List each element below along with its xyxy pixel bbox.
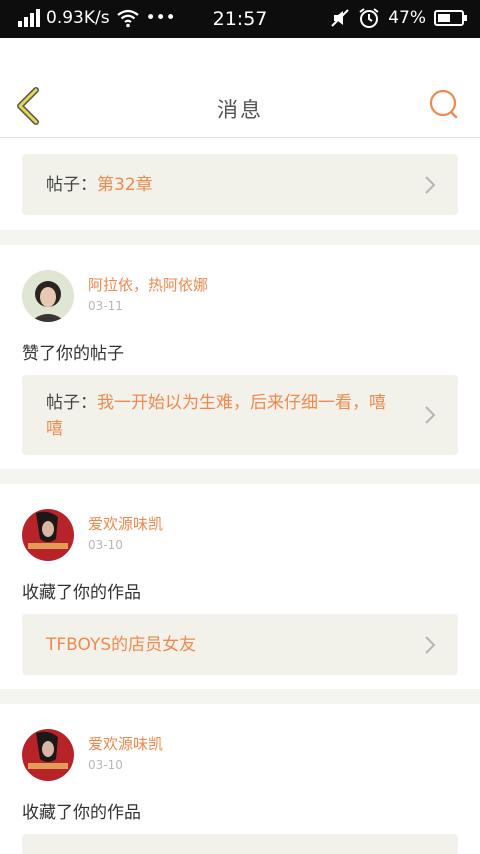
chevron-right-icon [425, 175, 436, 194]
post-title: TFBOYS的店员女友 [46, 634, 197, 655]
page-title: 消息 [217, 98, 263, 122]
timestamp: 03-10 [88, 538, 123, 552]
list-item: 爱欢源味凯 03-10 收藏了你的作品 [0, 704, 480, 854]
avatar[interactable] [22, 729, 74, 781]
action-text: 收藏了你的作品 [22, 583, 141, 603]
divider [0, 230, 480, 245]
post-title: 第32章 [97, 174, 153, 195]
chevron-right-icon [425, 406, 436, 424]
divider [0, 469, 480, 484]
user-name[interactable]: 爱欢源味凯 [88, 514, 163, 534]
divider [0, 689, 480, 704]
list-item: 阿拉依，热阿依娜 03-11 赞了你的帖子 帖子：我一开始以为生难，后来仔细一看… [0, 245, 480, 469]
post-link[interactable]: 帖子：我一开始以为生难，后来仔细一看，嘻嘻 [22, 375, 458, 455]
avatar[interactable] [22, 270, 74, 322]
timestamp: 03-10 [88, 758, 123, 772]
list-item: 帖子：第32章 [0, 139, 480, 230]
status-bar: 0.93K/s ••• 21:57 47% [0, 0, 480, 38]
user-name[interactable]: 阿拉依，热阿依娜 [88, 275, 208, 295]
search-icon[interactable] [428, 88, 460, 120]
alarm-icon [359, 8, 379, 28]
post-prefix: 帖子： [46, 174, 97, 195]
post-link[interactable]: 帖子：第32章 [22, 154, 458, 215]
post-link[interactable] [22, 834, 458, 854]
post-link[interactable]: TFBOYS的店员女友 [22, 614, 458, 675]
message-list: 帖子：第32章 阿拉依，热阿依娜 03-11 赞了你的帖子 帖子：我一开始以为生… [0, 139, 480, 854]
timestamp: 03-11 [88, 299, 123, 313]
avatar[interactable] [22, 509, 74, 561]
chevron-right-icon [425, 635, 436, 654]
action-text: 收藏了你的作品 [22, 803, 141, 823]
post-title: 我一开始以为生难，后来仔细一看，嘻嘻 [46, 393, 386, 439]
action-text: 赞了你的帖子 [22, 344, 124, 364]
battery-icon [434, 10, 467, 26]
post-prefix: 帖子： [46, 393, 97, 413]
mute-icon [331, 9, 349, 27]
user-name[interactable]: 爱欢源味凯 [88, 734, 163, 754]
header: 消息 [0, 38, 480, 138]
list-item: 爱欢源味凯 03-10 收藏了你的作品 TFBOYS的店员女友 [0, 484, 480, 689]
battery-percent: 47% [388, 8, 426, 28]
